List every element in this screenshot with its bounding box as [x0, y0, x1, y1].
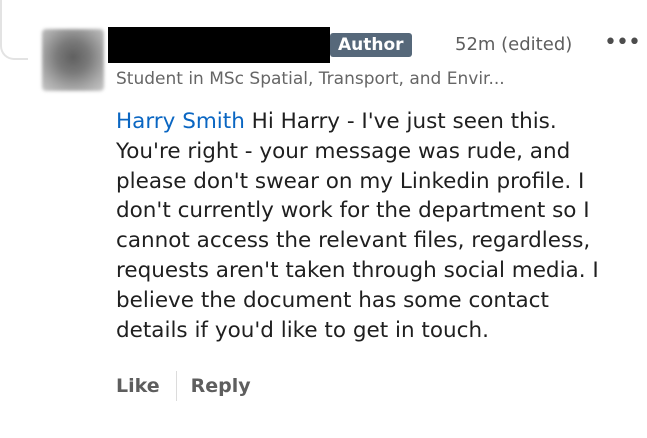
comment-line: Harry Smith Hi Harry - I've just seen th…	[116, 109, 557, 134]
more-horizontal-icon: •••	[604, 30, 641, 55]
mention-link[interactable]: Harry Smith	[116, 109, 245, 134]
comment-line: details if you'd like to get in touch.	[116, 317, 489, 343]
comment-line: You're right - your message was rude, an…	[116, 138, 571, 164]
reply-button[interactable]: Reply	[191, 375, 251, 397]
comment-body: Harry Smith Hi Harry - I've just seen th…	[116, 107, 636, 345]
avatar[interactable]	[42, 29, 104, 91]
comment-line: don't currently work for the department …	[116, 198, 590, 224]
author-badge: Author	[330, 33, 412, 57]
thread-connector-line	[0, 0, 28, 60]
more-options-button[interactable]: •••	[604, 32, 641, 58]
comment-actions: Like Reply	[116, 370, 251, 402]
like-button[interactable]: Like	[116, 375, 160, 397]
comment-timestamp: 52m (edited)	[455, 34, 573, 55]
action-divider	[175, 371, 177, 401]
commenter-headline: Student in MSc Spatial, Transport, and E…	[116, 69, 505, 89]
comment-line: requests aren't taken through social med…	[116, 257, 599, 283]
commenter-name-redacted	[108, 27, 330, 63]
comment-line: please don't swear on my Linkedin profil…	[116, 168, 585, 194]
comment-line: cannot access the relevant files, regard…	[116, 228, 591, 254]
comment-line: believe the document has some contact	[116, 287, 549, 313]
